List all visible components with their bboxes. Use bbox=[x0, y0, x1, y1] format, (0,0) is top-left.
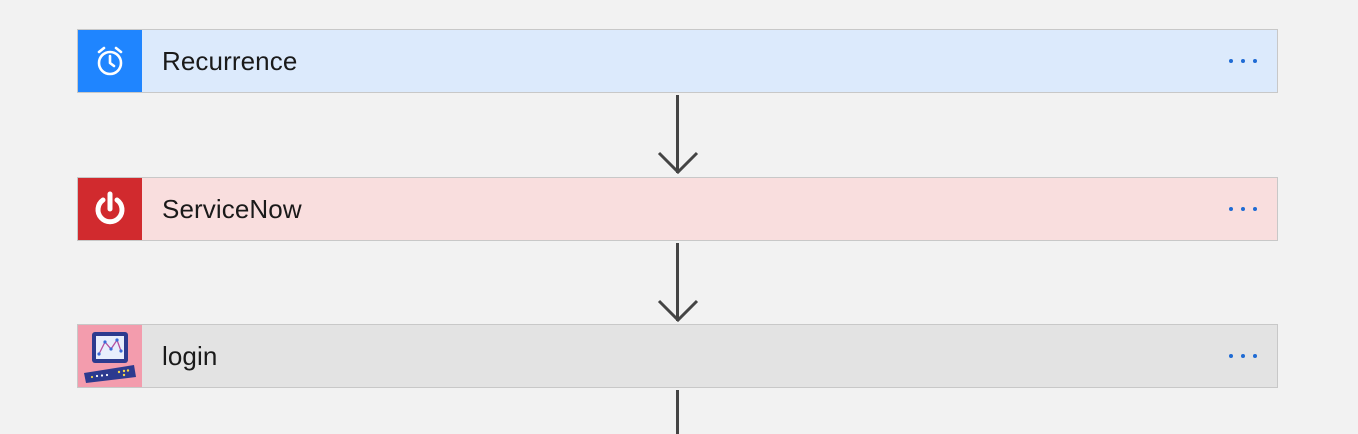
custom-computer-icon bbox=[84, 332, 136, 383]
alarm-clock-icon bbox=[97, 46, 123, 76]
ellipsis-icon bbox=[1229, 354, 1257, 358]
step-title: login bbox=[162, 340, 218, 371]
ellipsis-icon bbox=[1229, 207, 1257, 211]
recurrence-icon-tile bbox=[78, 30, 142, 92]
ellipsis-icon bbox=[1229, 59, 1257, 63]
step-more-options-button[interactable] bbox=[1223, 46, 1263, 76]
flow-designer-canvas: Recurrence ServiceNow login bbox=[0, 0, 1358, 434]
arrow-down-icon bbox=[657, 151, 699, 175]
step-connector bbox=[676, 390, 679, 434]
login-icon-tile bbox=[78, 325, 142, 387]
arrow-down-icon bbox=[657, 299, 699, 323]
step-card-servicenow[interactable]: ServiceNow bbox=[77, 177, 1278, 241]
step-card-login[interactable]: login bbox=[77, 324, 1278, 388]
step-title: Recurrence bbox=[162, 45, 298, 76]
power-icon bbox=[95, 191, 125, 225]
step-more-options-button[interactable] bbox=[1223, 341, 1263, 371]
step-title: ServiceNow bbox=[162, 193, 302, 224]
step-card-recurrence[interactable]: Recurrence bbox=[77, 29, 1278, 93]
step-more-options-button[interactable] bbox=[1223, 194, 1263, 224]
servicenow-icon-tile bbox=[78, 178, 142, 240]
